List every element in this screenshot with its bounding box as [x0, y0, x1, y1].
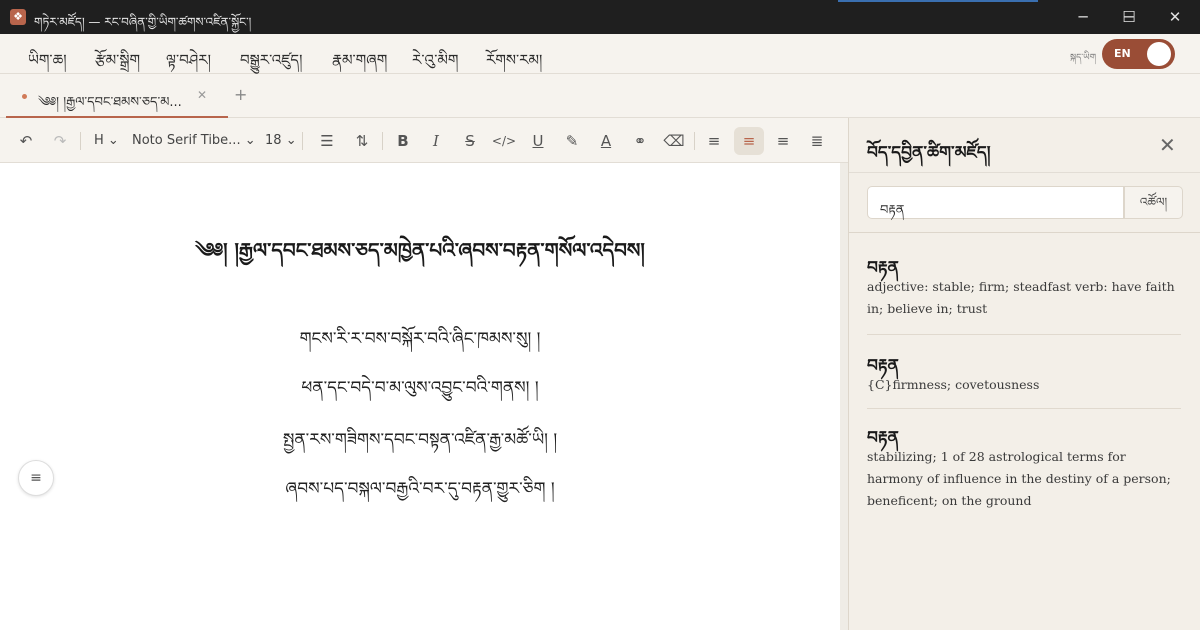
heading-label: H — [94, 133, 104, 148]
text-color-icon: A — [600, 132, 612, 150]
app-logo-icon: ❖ — [10, 9, 26, 25]
document-title[interactable]: ༄༅། །རྒྱལ་དབང་ཐམས་ཅད་མཁྱེན་པའི་ཞབས་བརྟན་… — [0, 228, 840, 284]
dictionary-entry: བརྟན stabilizing; 1 of 28 astrological t… — [867, 418, 1181, 512]
menu-bar: ཡིག་ཆ། རྩོམ་སྒྲིག ལྟ་བཤེར། བསྒྱུར་འཛུད། … — [0, 34, 1200, 74]
close-icon: ✕ — [1168, 8, 1182, 26]
unsaved-dot-icon — [22, 94, 27, 99]
font-family-dropdown[interactable]: Noto Serif Tibe... ⌄ — [132, 133, 256, 148]
redo-icon: ↷ — [53, 132, 67, 150]
dictionary-search-input[interactable]: བརྟན — [867, 186, 1124, 219]
italic-button[interactable]: I — [422, 127, 450, 155]
minimize-button[interactable]: ─ — [1060, 0, 1106, 34]
line-spacing-icon: ⇅ — [355, 132, 369, 150]
verse-line[interactable]: སྤྱན་རས་གཟིགས་དབང་བསྟན་འཛིན་རྒྱ་མཚོ་ཡི། … — [0, 420, 840, 468]
editor-pane: ↶ ↷ H ⌄ Noto Serif Tibe... ⌄ 18 ⌄ ☰ ⇅ B … — [0, 118, 848, 630]
undo-button[interactable]: ↶ — [12, 127, 40, 155]
align-left-icon: ≡ — [707, 132, 721, 150]
dictionary-panel: བོད་དབྱིན་ཚིག་མཛོད། ✕ བརྟན འཚོལ། བརྟན ad… — [848, 118, 1200, 630]
redo-button[interactable]: ↷ — [46, 127, 74, 155]
strikethrough-icon: S — [465, 132, 475, 150]
verse-line[interactable]: གངས་རི་ར་བས་བསྐོར་བའི་ཞིང་ཁམས་སུ། ། — [0, 319, 840, 367]
entry-word: བརྟན — [867, 428, 899, 448]
document-content[interactable]: ༄༅། །རྒྱལ་དབང་ཐམས་ཅད་མཁྱེན་པའི་ཞབས་བརྟན་… — [0, 163, 840, 630]
maximize-icon: ☐ — [1122, 8, 1136, 26]
align-justify-button[interactable]: ≣ — [803, 127, 831, 155]
entry-divider — [867, 408, 1181, 409]
entry-word: བརྟན — [867, 356, 899, 376]
maximize-button[interactable]: ☐ — [1106, 0, 1152, 34]
menu-lines-icon: ≡ — [30, 470, 42, 486]
toolbar-divider — [694, 132, 695, 150]
bold-icon: B — [397, 132, 409, 150]
dictionary-entry: བརྟན {C}firmness; covetousness — [867, 346, 1181, 396]
undo-icon: ↶ — [19, 132, 33, 150]
font-size-dropdown[interactable]: 18 ⌄ — [265, 133, 297, 148]
font-size-value: 18 — [265, 133, 282, 148]
editor-scrollbar[interactable] — [840, 163, 848, 630]
panel-title: བོད་དབྱིན་ཚིག་མཛོད། — [867, 143, 991, 163]
entry-divider — [867, 334, 1181, 335]
code-button[interactable]: </> — [490, 127, 518, 155]
outline-toggle-button[interactable]: ≡ — [18, 460, 54, 496]
brush-icon: ⌫ — [663, 132, 685, 150]
search-value: བརྟན — [880, 203, 905, 218]
align-right-button[interactable]: ≡ — [769, 127, 797, 155]
italic-icon: I — [433, 132, 439, 150]
chevron-down-icon: ⌄ — [285, 133, 297, 148]
format-toolbar: ↶ ↷ H ⌄ Noto Serif Tibe... ⌄ 18 ⌄ ☰ ⇅ B … — [0, 118, 848, 163]
tab-bar: ༄༅། །རྒྱལ་དབང་ཐམས་ཅད་མ... ✕ + — [0, 74, 1200, 118]
align-right-icon: ≡ — [776, 132, 790, 150]
clear-format-button[interactable]: ⌫ — [660, 127, 688, 155]
chevron-down-icon: ⌄ — [107, 133, 119, 148]
toggle-knob — [1147, 42, 1171, 66]
highlight-button[interactable]: ✎ — [558, 127, 586, 155]
tab-close-icon[interactable]: ✕ — [197, 88, 207, 102]
text-color-button[interactable]: A — [592, 127, 620, 155]
align-center-button[interactable]: ≡ — [734, 127, 764, 155]
title-bar: ❖ གཏེར་མཛོད། — རང་བཞིན་གྱི་ཡིག་ཚགས་འཛིན་… — [0, 0, 1200, 34]
close-window-button[interactable]: ✕ — [1152, 0, 1198, 34]
align-justify-icon: ≣ — [810, 132, 824, 150]
bullet-list-icon: ☰ — [320, 132, 334, 150]
search-button[interactable]: འཚོལ། — [1124, 186, 1183, 219]
toolbar-divider — [80, 132, 81, 150]
toolbar-divider — [382, 132, 383, 150]
entry-definition: {C}firmness; covetousness — [867, 377, 1040, 392]
bullet-list-button[interactable]: ☰ — [312, 127, 342, 155]
underline-button[interactable]: U — [524, 127, 552, 155]
link-icon: ⚭ — [633, 132, 647, 150]
strikethrough-button[interactable]: S — [456, 127, 484, 155]
language-label: སྐད་ཡིག — [1070, 53, 1097, 63]
panel-close-icon[interactable]: ✕ — [1159, 133, 1176, 157]
align-left-button[interactable]: ≡ — [700, 127, 728, 155]
tab-document[interactable]: ༄༅། །རྒྱལ་དབང་ཐམས་ཅད་མ... ✕ — [6, 74, 228, 118]
panel-divider — [849, 232, 1200, 233]
new-tab-button[interactable]: + — [234, 85, 247, 104]
verse-line[interactable]: ཞབས་པད་བསྐལ་བརྒྱའི་བར་དུ་བརྟན་གྱུར་ཅིག ། — [0, 469, 840, 517]
highlighter-icon: ✎ — [565, 132, 579, 150]
language-toggle[interactable]: EN — [1102, 39, 1175, 69]
entry-word: བརྟན — [867, 258, 899, 278]
code-icon: </> — [491, 134, 517, 148]
entry-definition: stabilizing; 1 of 28 astrological terms … — [867, 449, 1171, 508]
toolbar-divider — [302, 132, 303, 150]
entry-definition: adjective: stable; firm; steadfast verb:… — [867, 279, 1175, 316]
chevron-down-icon: ⌄ — [244, 133, 256, 148]
verse-line[interactable]: ཕན་དང་བདེ་བ་མ་ལུས་འབྱུང་བའི་གནས། ། — [0, 368, 840, 416]
language-toggle-label: EN — [1114, 47, 1131, 60]
align-center-icon: ≡ — [742, 132, 756, 150]
font-family-value: Noto Serif Tibe... — [132, 133, 241, 148]
underline-icon: U — [532, 132, 544, 150]
link-button[interactable]: ⚭ — [626, 127, 654, 155]
bold-button[interactable]: B — [389, 127, 417, 155]
focus-accent — [838, 0, 1038, 2]
line-spacing-button[interactable]: ⇅ — [348, 127, 376, 155]
heading-dropdown[interactable]: H ⌄ — [94, 133, 119, 148]
dictionary-entry: བརྟན adjective: stable; firm; steadfast … — [867, 248, 1181, 320]
panel-header: བོད་དབྱིན་ཚིག་མཛོད། ✕ — [849, 118, 1200, 173]
minimize-icon: ─ — [1078, 8, 1088, 26]
